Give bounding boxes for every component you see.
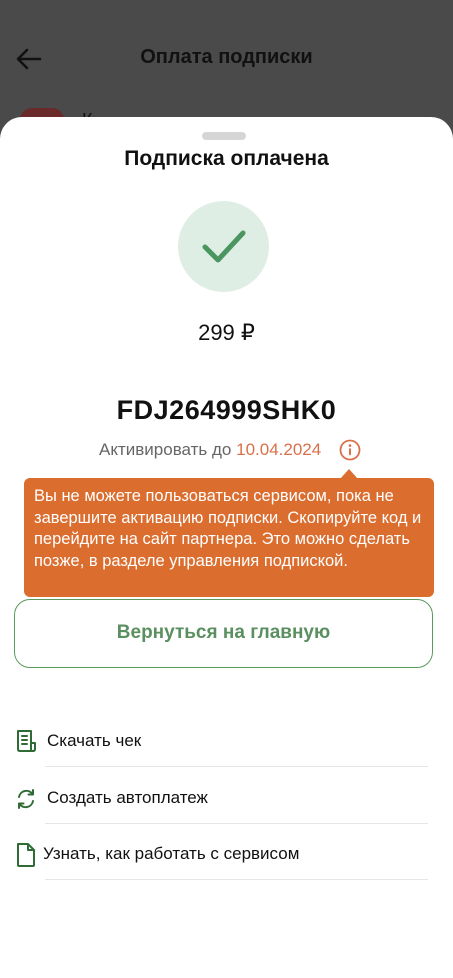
activate-label: Активировать до	[99, 440, 232, 459]
activation-tooltip: Вы не можете пользоваться сервисом, пока…	[24, 478, 434, 597]
activation-deadline: Активировать до 10.04.2024	[0, 440, 453, 460]
document-icon	[17, 843, 35, 867]
activation-code[interactable]: FDJ264999SHK0	[0, 395, 453, 426]
payment-amount: 299 ₽	[198, 320, 255, 345]
page-title: Оплата подписки	[140, 46, 313, 68]
sheet-title: Подписка оплачена	[124, 147, 329, 170]
back-to-home-button[interactable]: Вернуться на главную	[14, 599, 433, 668]
checkmark-icon	[202, 230, 246, 263]
divider	[45, 879, 428, 880]
menu-item-label: Создать автоплатеж	[47, 788, 208, 807]
receipt-icon	[17, 730, 36, 752]
payment-success-sheet: Подписка оплачена 299 ₽ FDJ264999SHK0 Ак…	[0, 117, 453, 978]
menu-item-create-autopay[interactable]: Создать автоплатеж	[0, 786, 453, 842]
menu-item-label: Узнать, как работать с сервисом	[43, 844, 300, 863]
activate-date: 10.04.2024	[236, 440, 322, 459]
divider	[45, 823, 428, 824]
background-header: Оплата подписки К	[0, 0, 453, 138]
menu-item-download-receipt[interactable]: Скачать чек	[0, 729, 453, 785]
success-badge	[178, 201, 269, 292]
sheet-grabber[interactable]	[202, 132, 246, 140]
menu-item-how-it-works[interactable]: Узнать, как работать с сервисом	[0, 842, 453, 898]
menu-item-label: Скачать чек	[47, 731, 142, 750]
refresh-icon	[18, 789, 34, 809]
info-icon[interactable]	[339, 439, 361, 461]
divider	[45, 766, 428, 767]
